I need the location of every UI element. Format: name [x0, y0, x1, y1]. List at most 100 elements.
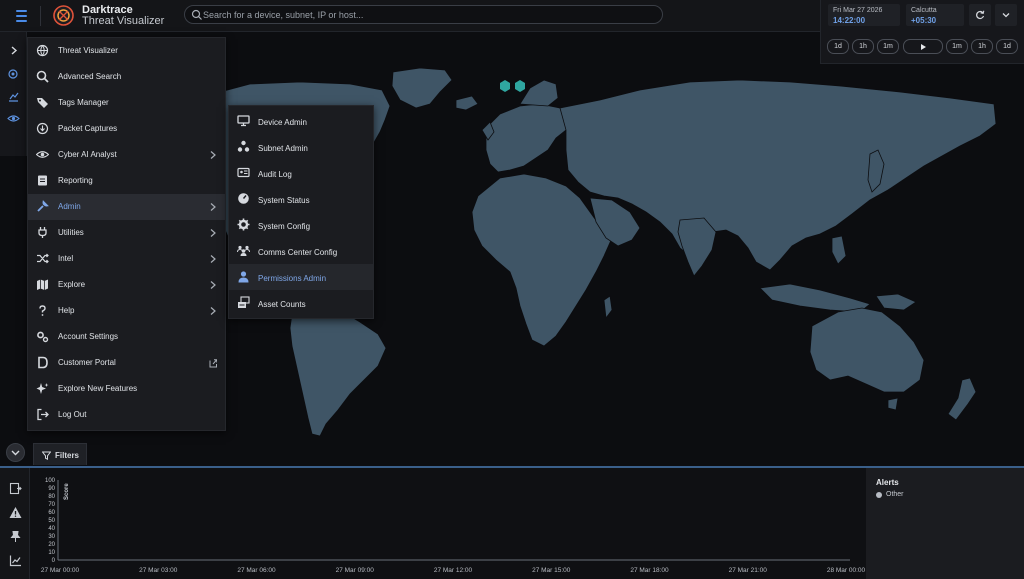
chevron-right-icon: [210, 255, 216, 263]
menu-item-reporting[interactable]: Reporting: [28, 168, 225, 194]
menu-item-label: Reporting: [58, 176, 93, 185]
darktrace-logo[interactable]: [53, 5, 74, 26]
y-tick-label: 80: [48, 494, 55, 500]
x-tick-label: 27 Mar 18:00: [630, 567, 669, 574]
submenu-item-device-admin[interactable]: Device Admin: [229, 108, 373, 134]
australia: [809, 307, 925, 393]
y-tick-label: 90: [48, 486, 55, 492]
alerts-legend: Alerts Other: [866, 468, 1024, 579]
menu-item-packet-captures[interactable]: Packet Captures: [28, 116, 225, 142]
menu-item-utilities[interactable]: Utilities: [28, 220, 225, 246]
menu-item-customer-portal[interactable]: Customer Portal: [28, 350, 225, 376]
iceland: [455, 95, 479, 111]
submenu-item-asset-counts[interactable]: Asset Counts: [229, 290, 373, 316]
gauge-icon: [238, 193, 249, 204]
tasmania: [887, 397, 899, 411]
chevron-down-icon: [11, 450, 20, 456]
submenu-item-audit-log[interactable]: Audit Log: [229, 160, 373, 186]
zoom-icon[interactable]: [7, 68, 20, 81]
external-link-icon: [209, 359, 217, 368]
map-marker: [515, 80, 525, 92]
search-icon: [191, 9, 202, 20]
x-tick-label: 27 Mar 12:00: [434, 567, 473, 574]
legend-item-other[interactable]: Other: [876, 490, 956, 502]
filter-icon: [42, 451, 51, 460]
menu-item-explore[interactable]: Explore: [28, 272, 225, 298]
x-tick-label: 28 Mar 00:00: [827, 567, 866, 574]
menu-item-cyber-ai-analyst[interactable]: Cyber AI Analyst: [28, 142, 225, 168]
submenu-item-system-status[interactable]: System Status: [229, 186, 373, 212]
date-time-display[interactable]: Fri Mar 27 2026 14:22:00: [828, 4, 900, 26]
pin-icon[interactable]: [9, 530, 22, 543]
menu-item-help[interactable]: Help: [28, 298, 225, 324]
chevron-right-icon: [210, 229, 216, 237]
chart-icon[interactable]: [9, 554, 22, 567]
new-guinea: [875, 293, 917, 311]
menu-icon[interactable]: [8, 5, 34, 27]
list-icon[interactable]: [9, 482, 22, 495]
submenu-item-comms-center-config[interactable]: Comms Center Config: [229, 238, 373, 264]
menu-item-threat-visualizer[interactable]: Threat Visualizer: [28, 38, 225, 64]
bottom-rail: [0, 468, 30, 579]
eye-icon[interactable]: [7, 112, 20, 125]
submenu-item-subnet-admin[interactable]: Subnet Admin: [229, 134, 373, 160]
submenu-item-system-config[interactable]: System Config: [229, 212, 373, 238]
time-dropdown-button[interactable]: [995, 4, 1017, 26]
chevron-right-icon[interactable]: [7, 44, 20, 57]
gears-icon: [37, 331, 49, 343]
refresh-button[interactable]: [969, 4, 991, 26]
users-icon: [237, 245, 250, 256]
warning-icon[interactable]: [9, 506, 22, 519]
menu-item-label: Tags Manager: [58, 98, 109, 107]
menu-item-admin[interactable]: Admin: [28, 194, 225, 220]
submenu-item-label: Permissions Admin: [258, 274, 327, 283]
gear-icon: [237, 218, 250, 231]
x-tick-label: 27 Mar 03:00: [139, 567, 178, 574]
score-chart[interactable]: 1009080706050403020100 Score 27 Mar 00:0…: [30, 468, 866, 579]
x-tick-label: 27 Mar 21:00: [729, 567, 768, 574]
south-america: [289, 303, 387, 437]
submenu-item-permissions-admin[interactable]: Permissions Admin: [229, 264, 373, 290]
search-input[interactable]: [203, 6, 653, 23]
download-circle-icon: [36, 122, 49, 135]
new-zealand: [947, 377, 977, 421]
refresh-icon: [976, 10, 985, 20]
asset-icon: [238, 296, 250, 308]
submenu-item-label: Device Admin: [258, 118, 307, 127]
plug-icon: [38, 227, 47, 238]
legend-swatch: [876, 492, 882, 498]
menu-item-advanced-search[interactable]: Advanced Search: [28, 64, 225, 90]
submenu-item-label: Subnet Admin: [258, 144, 308, 153]
network-icon: [237, 140, 250, 152]
header-divider: [40, 6, 41, 26]
y-tick-label: 30: [48, 534, 55, 540]
menu-item-tags-manager[interactable]: Tags Manager: [28, 90, 225, 116]
menu-item-intel[interactable]: Intel: [28, 246, 225, 272]
chevron-right-icon: [210, 203, 216, 211]
menu-item-explore-new-features[interactable]: Explore New Features: [28, 376, 225, 402]
greenland: [391, 67, 453, 109]
indonesia: [759, 283, 871, 313]
collapse-panel-button[interactable]: [6, 443, 25, 462]
search-box[interactable]: [184, 5, 663, 24]
menu-item-log-out[interactable]: Log Out: [28, 402, 225, 428]
y-axis: 1009080706050403020100: [45, 478, 56, 564]
logout-icon: [37, 408, 49, 421]
chart-icon[interactable]: [7, 90, 20, 103]
menu-item-label: Log Out: [58, 410, 87, 419]
submenu-item-label: Comms Center Config: [258, 248, 338, 257]
timezone-offset: +05:30: [911, 16, 937, 25]
submenu-item-label: Audit Log: [258, 170, 292, 179]
timezone-display[interactable]: Calcutta +05:30: [906, 4, 964, 26]
chevron-right-icon: [210, 151, 216, 159]
menu-item-label: Account Settings: [58, 332, 119, 341]
tag-icon: [37, 98, 48, 108]
y-tick-label: 20: [48, 542, 55, 548]
x-axis: 27 Mar 00:00 27 Mar 03:00 27 Mar 06:00 27 M…: [41, 567, 866, 574]
wrench-icon: [37, 200, 49, 212]
date-label: Fri Mar 27 2026: [833, 7, 883, 14]
menu-item-account-settings[interactable]: Account Settings: [28, 324, 225, 350]
menu-item-label: Packet Captures: [58, 124, 118, 133]
question-icon: [39, 305, 46, 316]
filters-tab[interactable]: Filters: [33, 443, 87, 465]
